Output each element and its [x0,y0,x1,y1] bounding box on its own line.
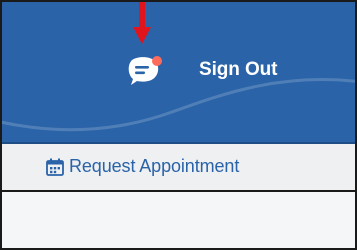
header-wave-decoration [2,78,355,132]
chat-button[interactable] [124,54,168,90]
chat-bubble-icon [128,56,162,85]
request-appointment-link[interactable]: Request Appointment [45,156,239,177]
content-area [2,192,355,248]
calendar-icon [46,158,64,176]
down-arrow-annotation [133,2,151,44]
sign-out-label: Sign Out [199,59,278,80]
top-header: Sign Out [2,2,355,142]
nav-panel: Request Appointment [2,144,355,192]
request-appointment-label: Request Appointment [69,156,240,176]
notification-badge [152,56,162,66]
sign-out-link[interactable]: Sign Out [199,59,277,81]
screenshot-frame: Sign Out Request Appointment [0,0,357,250]
